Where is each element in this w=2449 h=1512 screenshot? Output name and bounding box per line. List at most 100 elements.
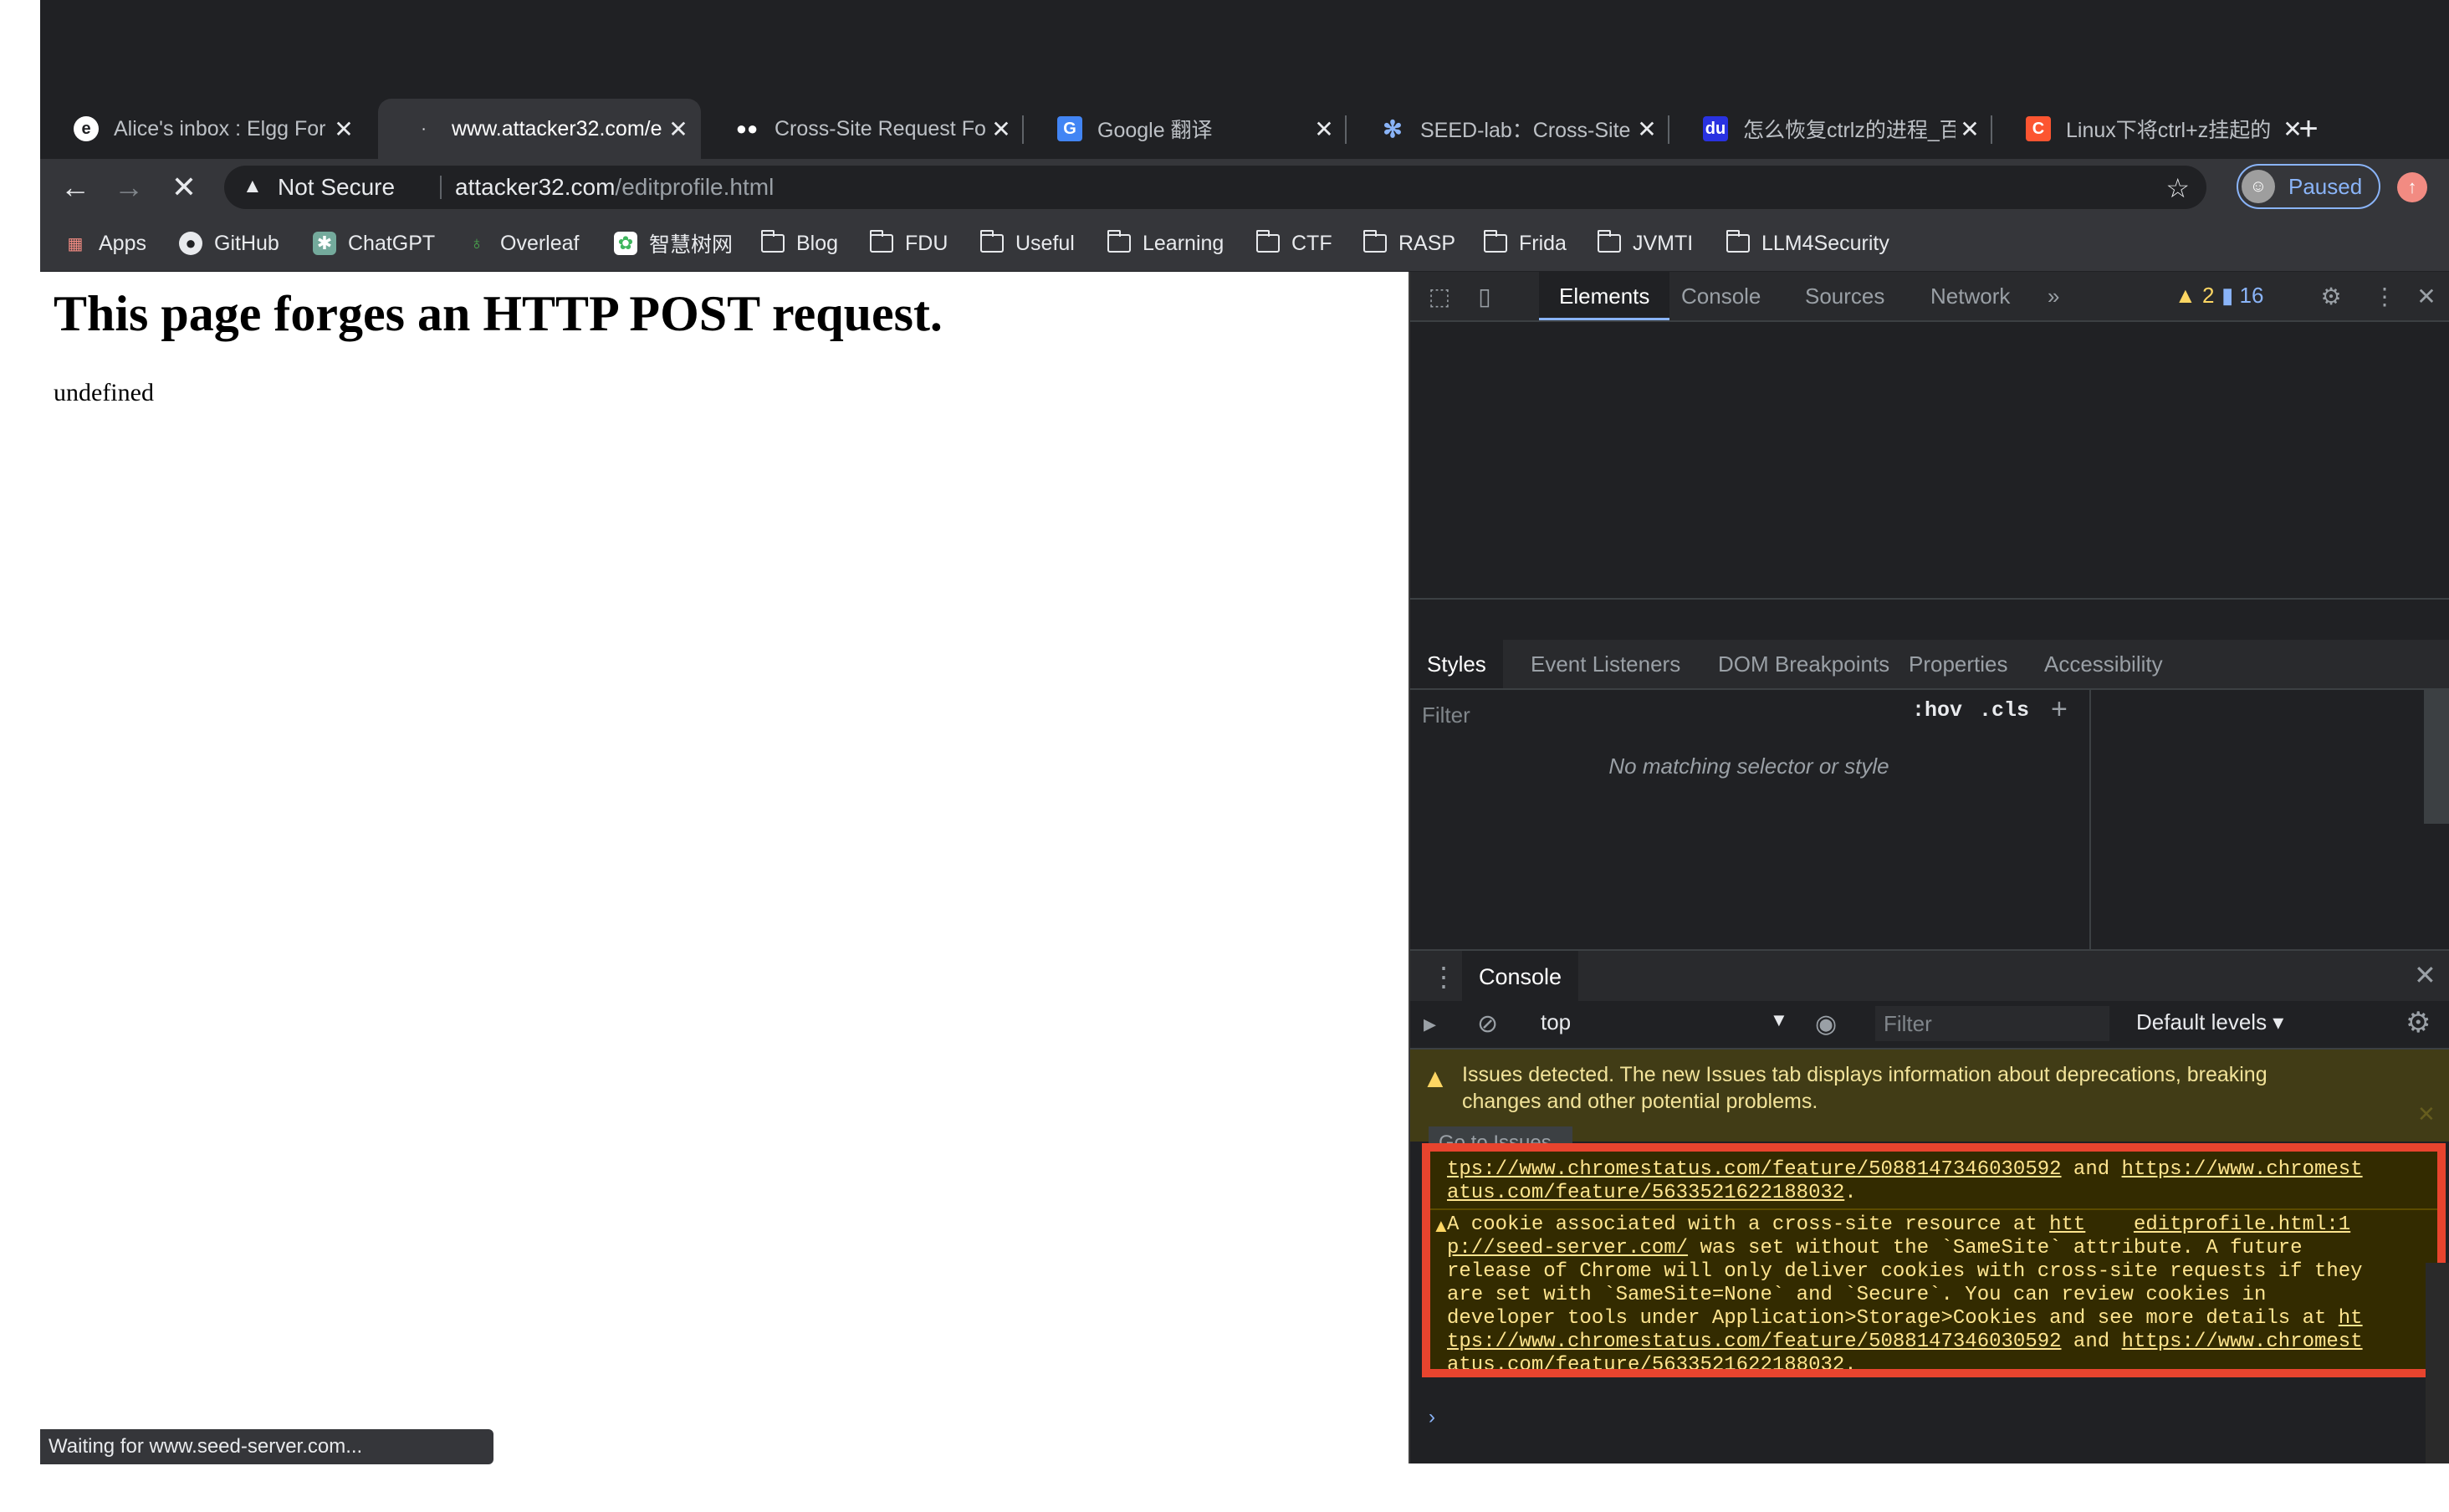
elements-tree[interactable] [1410, 322, 2449, 600]
tab-title: SEED-lab：Cross-Site [1420, 119, 1631, 142]
security-label[interactable]: Not Secure [278, 174, 395, 201]
scrollbar[interactable] [2424, 690, 2449, 824]
log-text: A cookie associated with a cross-site re… [1447, 1213, 2050, 1236]
tab-network[interactable]: Network [1910, 272, 2030, 320]
update-menu-icon[interactable]: ↑ [2397, 172, 2427, 202]
kebab-menu-icon[interactable]: ⋮ [2370, 282, 2399, 310]
tab-attacker32[interactable]: · www.attacker32.com/e ✕ [378, 99, 701, 159]
sidebar-toggle-icon[interactable]: ▸ [1424, 1009, 1436, 1039]
bookmark-label: JVMTI [1633, 231, 1694, 255]
back-icon[interactable]: ← [57, 169, 94, 206]
drawer-menu-icon[interactable]: ⋮ [1430, 961, 1457, 993]
source-link[interactable]: editprofile.html:1 [2134, 1213, 2350, 1236]
bookmark-github[interactable]: ● GitHub [179, 227, 279, 259]
console-link[interactable]: ht [2339, 1307, 2363, 1330]
levels-label: Default levels [2136, 1009, 2267, 1034]
tab-dom-breakpoints[interactable]: DOM Breakpoints [1701, 640, 1906, 688]
close-icon[interactable]: ✕ [2412, 282, 2441, 310]
console-link[interactable]: atus.com/feature/5633521622188032 [1447, 1354, 1844, 1369]
folder-icon [1107, 230, 1131, 255]
new-tab-button[interactable]: + [2283, 99, 2334, 159]
device-toolbar-icon[interactable]: ▯ [1470, 282, 1499, 310]
tab-csrf[interactable]: ●● Cross-Site Request Fo ✕ [701, 99, 1024, 159]
folder-icon [761, 230, 785, 255]
log-text: . [1844, 1182, 1857, 1204]
bookmark-useful[interactable]: Useful [980, 227, 1075, 259]
url-text[interactable]: attacker32.com/editprofile.html [455, 174, 774, 201]
bookmark-frida[interactable]: Frida [1484, 227, 1567, 259]
bookmark-apps[interactable]: ▦ Apps [64, 227, 146, 259]
bookmark-llm4security[interactable]: LLM4Security [1726, 227, 1889, 259]
messages-badge[interactable]: ▮ 16 [2221, 283, 2263, 309]
bookmark-fdu[interactable]: FDU [870, 227, 948, 259]
context-selector[interactable]: top [1541, 1009, 1571, 1035]
console-settings-icon[interactable]: ⚙ [2406, 1006, 2431, 1040]
console-link[interactable]: p://seed-server.com/ [1447, 1237, 1688, 1259]
close-icon[interactable]: ✕ [330, 115, 358, 143]
close-icon[interactable]: ✕ [1310, 115, 1338, 143]
styles-filter-input[interactable]: Filter [1422, 697, 1907, 733]
log-levels-dropdown[interactable]: Default levels ▾ [2136, 1009, 2283, 1035]
tab-console[interactable]: Console [1661, 272, 1781, 320]
scrollbar-track[interactable] [2426, 1263, 2449, 1463]
close-icon[interactable]: ✕ [1956, 115, 1984, 143]
bookmark-overleaf[interactable]: ♁ Overleaf [465, 227, 580, 259]
profile-button[interactable]: ☺ Paused [2237, 164, 2380, 209]
console-link[interactable]: tps://www.chromestatus.com/feature/50881… [1447, 1158, 2062, 1181]
dismiss-icon[interactable]: ✕ [2417, 1101, 2436, 1127]
hov-toggle[interactable]: :hov [1912, 698, 1962, 723]
tab-sources[interactable]: Sources [1785, 272, 1904, 320]
console-link[interactable]: https://www.chromest [2122, 1331, 2363, 1353]
tab-styles[interactable]: Styles [1410, 640, 1503, 688]
stop-loading-icon[interactable]: ✕ [166, 169, 202, 206]
warning-icon: ▲ [243, 175, 263, 197]
medium-icon: ●● [735, 118, 759, 139]
close-icon[interactable]: ✕ [1633, 115, 1661, 143]
cls-toggle[interactable]: .cls [1979, 698, 2029, 723]
close-icon[interactable]: ✕ [664, 115, 693, 143]
bookmark-star-icon[interactable]: ☆ [2165, 172, 2190, 204]
console-link[interactable]: htt [2049, 1213, 2085, 1236]
bookmark-chatgpt[interactable]: ✱ ChatGPT [313, 227, 435, 259]
dropdown-arrow-icon[interactable]: ▼ [1770, 1009, 1788, 1031]
warnings-badge[interactable]: ▲ 2 [2175, 283, 2214, 309]
address-bar[interactable]: ▲ Not Secure attacker32.com/editprofile.… [224, 166, 2206, 209]
devtools-tabbar: ⬚ ▯ Elements Console Sources Network » ▲… [1410, 272, 2449, 322]
new-rule-icon[interactable]: + [2051, 693, 2068, 726]
bookmark-ctf[interactable]: CTF [1256, 227, 1332, 259]
tab-seed-lab[interactable]: ✻ SEED-lab：Cross-Site ✕ [1347, 99, 1669, 159]
bookmark-zhihuishu[interactable]: ✿ 智慧树网 [614, 227, 733, 259]
live-expression-eye-icon[interactable]: ◉ [1815, 1009, 1837, 1039]
console-toolbar: ▸ ⊘ top ▼ ◉ Filter Default levels ▾ ⚙ [1410, 1001, 2449, 1050]
bookmark-jvmti[interactable]: JVMTI [1598, 227, 1693, 259]
tab-event-listeners[interactable]: Event Listeners [1514, 640, 1697, 688]
console-link[interactable]: atus.com/feature/5633521622188032 [1447, 1182, 1844, 1204]
drawer-tab-console[interactable]: Console [1462, 951, 1579, 1003]
console-prompt[interactable]: › [1429, 1406, 1435, 1429]
inspect-element-icon[interactable]: ⬚ [1425, 282, 1454, 310]
chatgpt-icon: ✱ [313, 232, 336, 255]
forward-icon[interactable]: → [110, 169, 147, 206]
log-line: atus.com/feature/5633521622188032. [1447, 1354, 2417, 1369]
console-link[interactable]: https://www.chromest [2122, 1158, 2363, 1181]
bookmark-blog[interactable]: Blog [761, 227, 838, 259]
pane-divider[interactable] [2089, 690, 2091, 949]
tab-alice-inbox[interactable]: e Alice's inbox : Elgg For ✕ [40, 99, 366, 159]
tab-baidu[interactable]: du 怎么恢复ctrlz的进程_百 ✕ [1669, 99, 1992, 159]
status-bubble: Waiting for www.seed-server.com... [40, 1429, 493, 1464]
close-drawer-icon[interactable]: ✕ [2414, 959, 2436, 991]
tab-properties[interactable]: Properties [1892, 640, 2025, 688]
tab-google-translate[interactable]: G Google 翻译 ✕ [1024, 99, 1347, 159]
bookmark-rasp[interactable]: RASP [1363, 227, 1455, 259]
console-filter-input[interactable]: Filter [1875, 1006, 2109, 1041]
clear-console-icon[interactable]: ⊘ [1477, 1009, 1498, 1039]
console-link[interactable]: tps://www.chromestatus.com/feature/50881… [1447, 1331, 2062, 1353]
tab-csdn[interactable]: C Linux下将ctrl+z挂起的 ✕ [1992, 99, 2315, 159]
more-tabs-icon[interactable]: » [2027, 272, 2079, 320]
tab-elements[interactable]: Elements [1539, 272, 1670, 320]
tab-accessibility[interactable]: Accessibility [2027, 640, 2180, 688]
settings-gear-icon[interactable]: ⚙ [2317, 282, 2345, 310]
bookmark-label: FDU [905, 231, 948, 255]
bookmark-learning[interactable]: Learning [1107, 227, 1224, 259]
close-icon[interactable]: ✕ [987, 115, 1015, 143]
